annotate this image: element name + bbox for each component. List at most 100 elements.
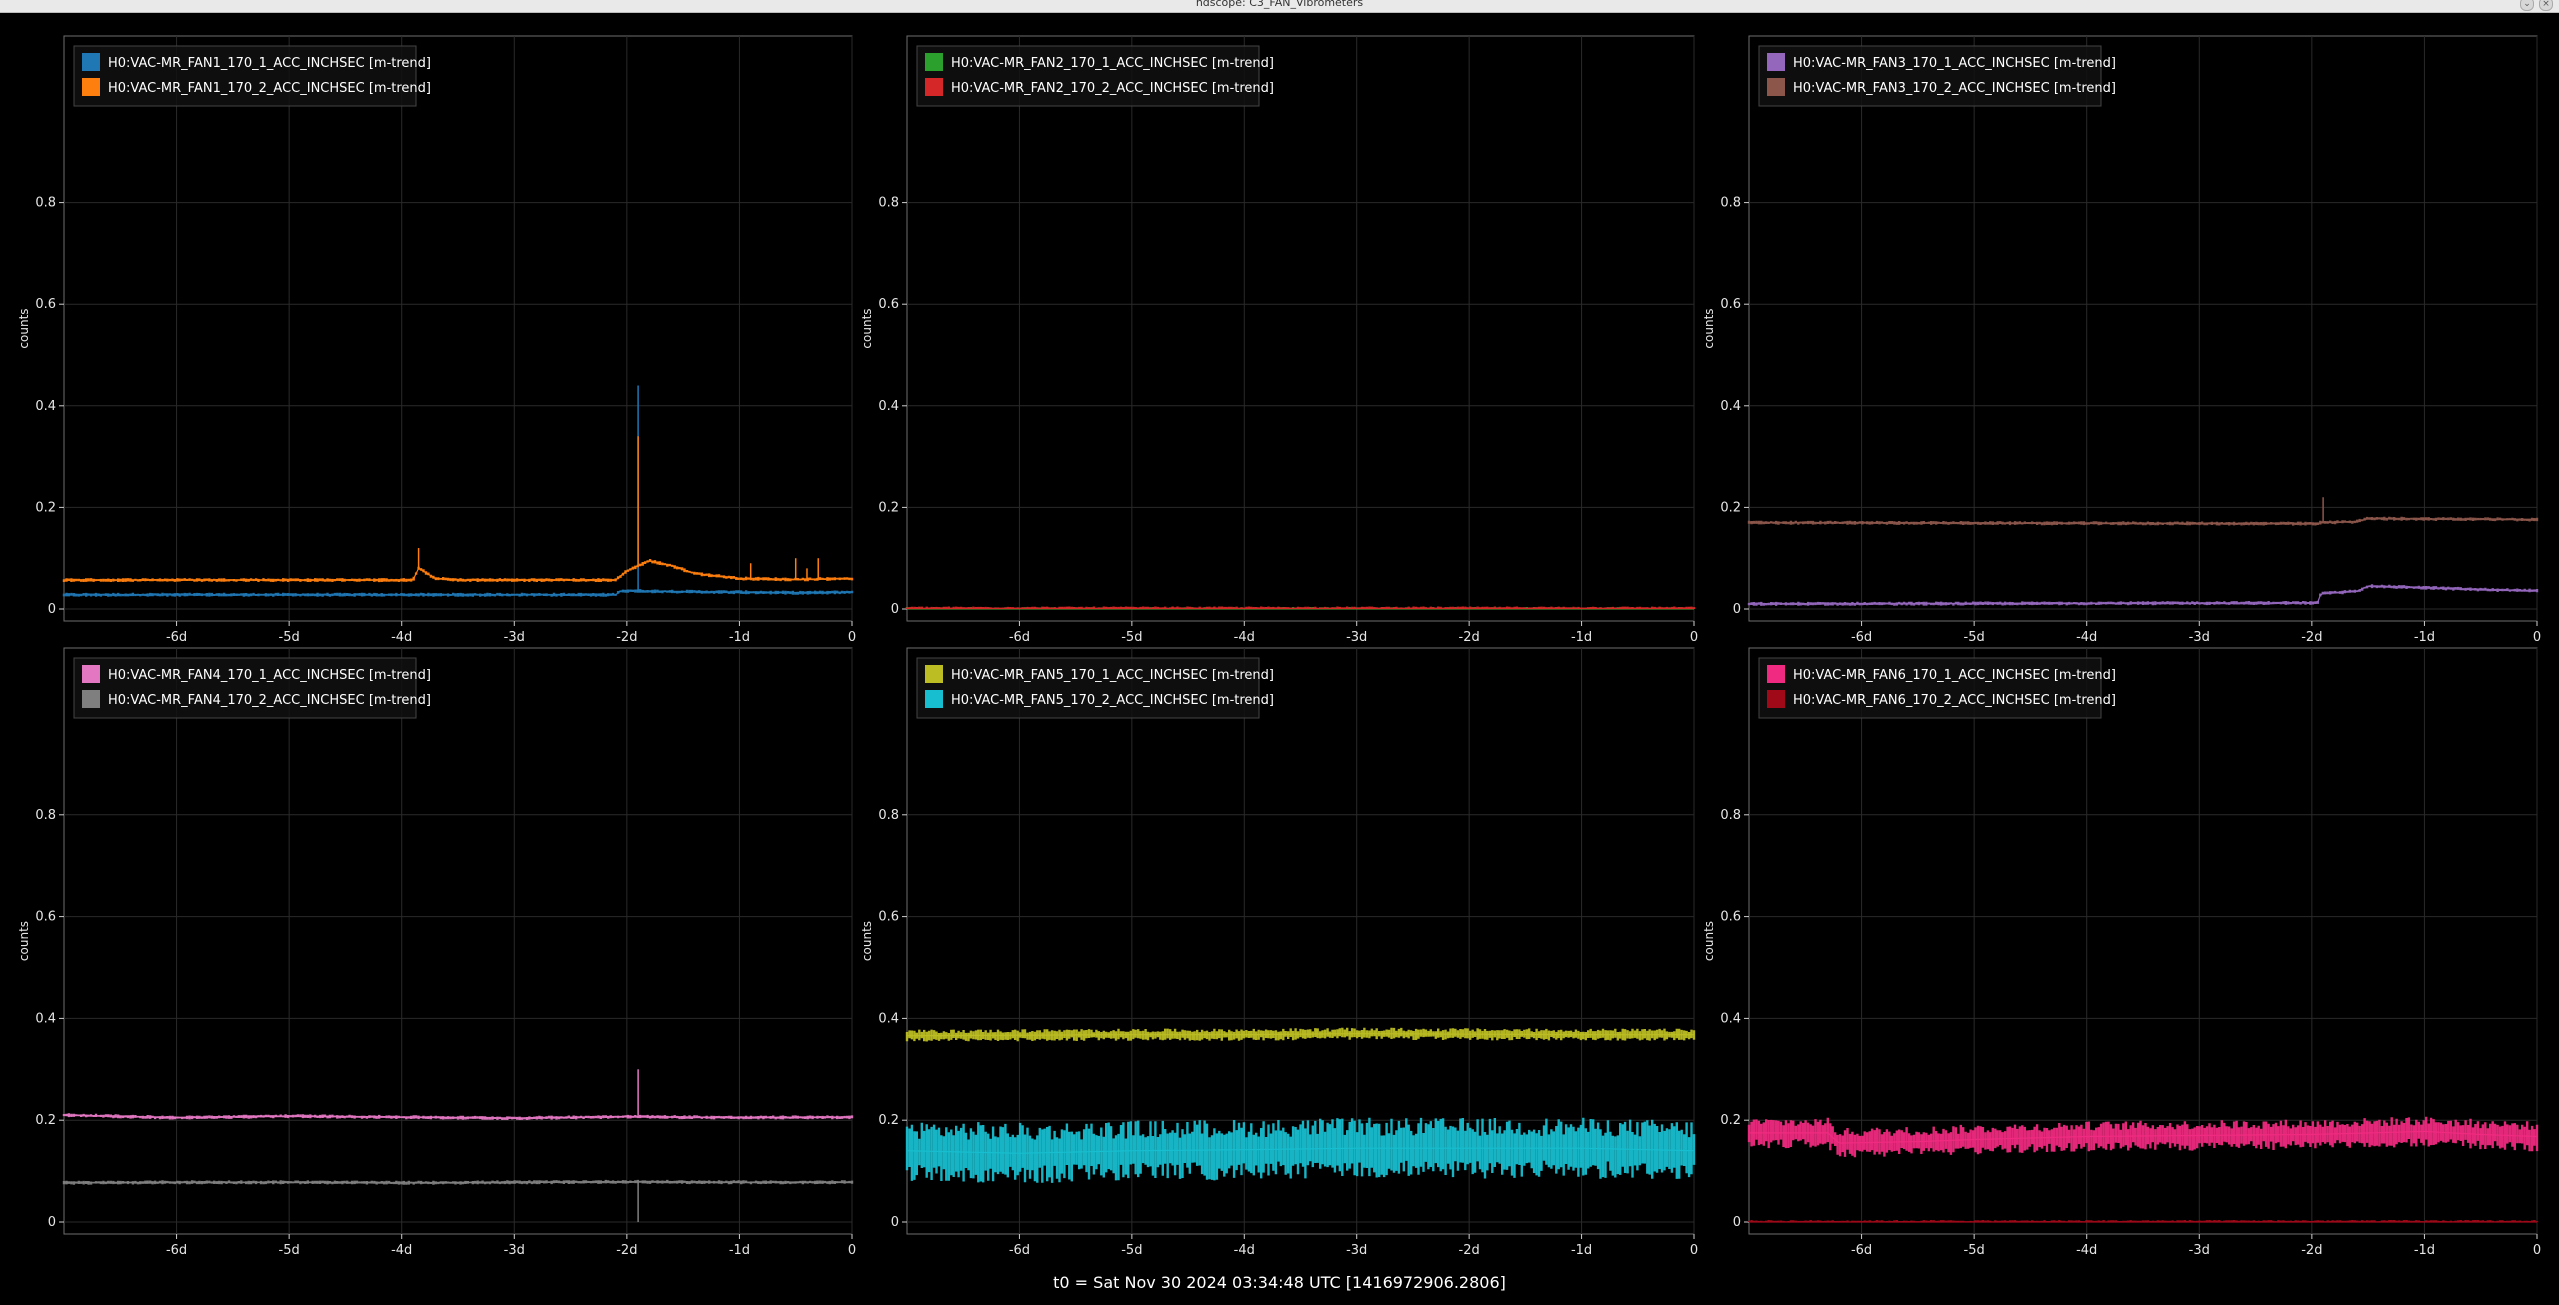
x-tick-label: -1d [1571,1243,1592,1258]
x-tick-label: -2d [616,1243,637,1258]
x-tick-label: -2d [2301,1243,2322,1258]
legend-swatch [925,78,943,96]
legend-entry: H0:VAC-MR_FAN3_170_2_ACC_INCHSEC [m-tren… [1793,81,2116,96]
x-tick-label: -4d [2076,630,2097,645]
x-tick-label: -4d [391,630,412,645]
x-tick-label: 0 [848,1243,856,1258]
t0-timestamp: t0 = Sat Nov 30 2024 03:34:48 UTC [14169… [1053,1273,1506,1292]
y-tick-label: 0.6 [878,910,899,925]
y-tick-label: 0.6 [1720,910,1741,925]
plot-panel-6[interactable]: -6d -5d -4d -3d -2d -1d 0 0 0.2 0.4 0.6 0.8 counts H0… [1702,647,2541,1258]
y-tick-label: 0.4 [878,1011,899,1026]
x-tick-label: -5d [1121,630,1142,645]
legend-swatch [1767,78,1785,96]
y-tick-label: 0.6 [35,910,56,925]
legend-box [73,45,417,107]
x-tick-label: -1d [2414,630,2435,645]
plot-panel-2[interactable]: -6d -5d -4d -3d -2d -1d 0 0 0.2 0.4 0.6 0.8 counts H0… [860,35,1698,645]
legend-entry: H0:VAC-MR_FAN6_170_1_ACC_INCHSEC [m-tren… [1793,668,2116,683]
chevron-down-icon[interactable]: ⌄ [2520,0,2534,11]
plot-panel-4[interactable]: -6d -5d -4d -3d -2d -1d 0 0 0.2 0.4 0.6 0.8 counts H0… [17,647,856,1258]
x-tick-label: -6d [1009,630,1030,645]
y-tick-label: 0 [48,1215,56,1230]
y-tick-label: 0.2 [35,1113,56,1128]
legend: H0:VAC-MR_FAN2_170_1_ACC_INCHSEC [m-tren… [916,45,1274,107]
x-tick-label: -3d [504,1243,525,1258]
x-tick-label: -4d [391,1243,412,1258]
legend-box [916,45,1260,107]
x-tick-label: -6d [1009,1243,1030,1258]
x-tick-label: -5d [1964,1243,1985,1258]
x-tick-label: -6d [1851,630,1872,645]
legend-box [1758,45,2102,107]
y-tick-label: 0.8 [878,808,899,823]
legend-box [1758,657,2102,719]
x-tick-label: -6d [1851,1243,1872,1258]
y-tick-label: 0 [891,1215,899,1230]
x-tick-label: -2d [1459,1243,1480,1258]
x-tick-label: -3d [1346,1243,1367,1258]
x-tick-label: 0 [848,630,856,645]
legend-entry: H0:VAC-MR_FAN4_170_2_ACC_INCHSEC [m-tren… [108,693,431,708]
title-bar: ndscope: C3_FAN_Vibrometers ⌄ × [0,0,2559,13]
y-tick-label: 0.8 [878,196,899,211]
legend-swatch [925,665,943,683]
x-tick-label: -3d [2189,630,2210,645]
legend-entry: H0:VAC-MR_FAN2_170_2_ACC_INCHSEC [m-tren… [951,81,1274,96]
y-tick-label: 0.2 [1720,1113,1741,1128]
y-tick-label: 0.4 [878,399,899,414]
y-axis-label: counts [17,921,31,961]
ndscope-window: ndscope: C3_FAN_Vibrometers ⌄ × -6d -5d -4… [0,0,2559,1305]
legend: H0:VAC-MR_FAN3_170_1_ACC_INCHSEC [m-tren… [1758,45,2116,107]
legend-swatch [82,690,100,708]
legend-entry: H0:VAC-MR_FAN4_170_1_ACC_INCHSEC [m-tren… [108,668,431,683]
y-axis-label: counts [1702,921,1716,961]
x-tick-label: -2d [1459,630,1480,645]
x-tick-label: -4d [2076,1243,2097,1258]
y-tick-label: 0 [1733,602,1741,617]
legend-entry: H0:VAC-MR_FAN3_170_1_ACC_INCHSEC [m-tren… [1793,56,2116,71]
legend-entry: H0:VAC-MR_FAN1_170_1_ACC_INCHSEC [m-tren… [108,56,431,71]
plot-panel-3[interactable]: -6d -5d -4d -3d -2d -1d 0 0 0.2 0.4 0.6 0.8 counts H0… [1702,35,2541,645]
plot-frame [63,647,853,1235]
plot-panel-1[interactable]: -6d -5d -4d -3d -2d -1d 0 0 0.2 0.4 0.6 0.8 counts H0… [17,35,856,645]
y-tick-label: 0.6 [35,297,56,312]
y-tick-label: 0.8 [35,196,56,211]
y-axis-label: counts [860,308,874,348]
y-tick-label: 0.2 [878,1113,899,1128]
y-tick-label: 0 [1733,1215,1741,1230]
legend: H0:VAC-MR_FAN6_170_1_ACC_INCHSEC [m-tren… [1758,657,2116,719]
y-tick-label: 0 [891,602,899,617]
legend-swatch [925,690,943,708]
x-tick-label: 0 [1690,630,1698,645]
x-tick-label: -5d [1121,1243,1142,1258]
x-tick-label: 0 [1690,1243,1698,1258]
x-tick-label: -2d [616,630,637,645]
legend-entry: H0:VAC-MR_FAN1_170_2_ACC_INCHSEC [m-tren… [108,81,431,96]
x-tick-label: -2d [2301,630,2322,645]
legend-swatch [1767,665,1785,683]
x-tick-label: -5d [279,1243,300,1258]
legend-box [916,657,1260,719]
x-tick-label: -3d [2189,1243,2210,1258]
legend-entry: H0:VAC-MR_FAN5_170_2_ACC_INCHSEC [m-tren… [951,693,1274,708]
legend: H0:VAC-MR_FAN5_170_1_ACC_INCHSEC [m-tren… [916,657,1274,719]
legend-swatch [1767,690,1785,708]
plot-panel-5[interactable]: -6d -5d -4d -3d -2d -1d 0 0 0.2 0.4 0.6 0.8 counts H0… [860,647,1698,1258]
y-tick-label: 0.6 [1720,297,1741,312]
y-axis-label: counts [1702,308,1716,348]
x-tick-label: -1d [1571,630,1592,645]
y-axis-label: counts [860,921,874,961]
y-tick-label: 0.6 [878,297,899,312]
x-tick-label: -1d [2414,1243,2435,1258]
legend-swatch [1767,53,1785,71]
plot-grid: -6d -5d -4d -3d -2d -1d 0 0 0.2 0.4 0.6 0.8 counts H0… [17,35,2541,1258]
legend-entry: H0:VAC-MR_FAN5_170_1_ACC_INCHSEC [m-tren… [951,668,1274,683]
x-tick-label: 0 [2533,630,2541,645]
x-tick-label: -6d [166,1243,187,1258]
close-icon[interactable]: × [2539,0,2553,11]
window-title: ndscope: C3_FAN_Vibrometers [1195,0,1364,9]
legend: H0:VAC-MR_FAN1_170_1_ACC_INCHSEC [m-tren… [73,45,431,107]
legend-box [73,657,417,719]
x-tick-label: -5d [279,630,300,645]
